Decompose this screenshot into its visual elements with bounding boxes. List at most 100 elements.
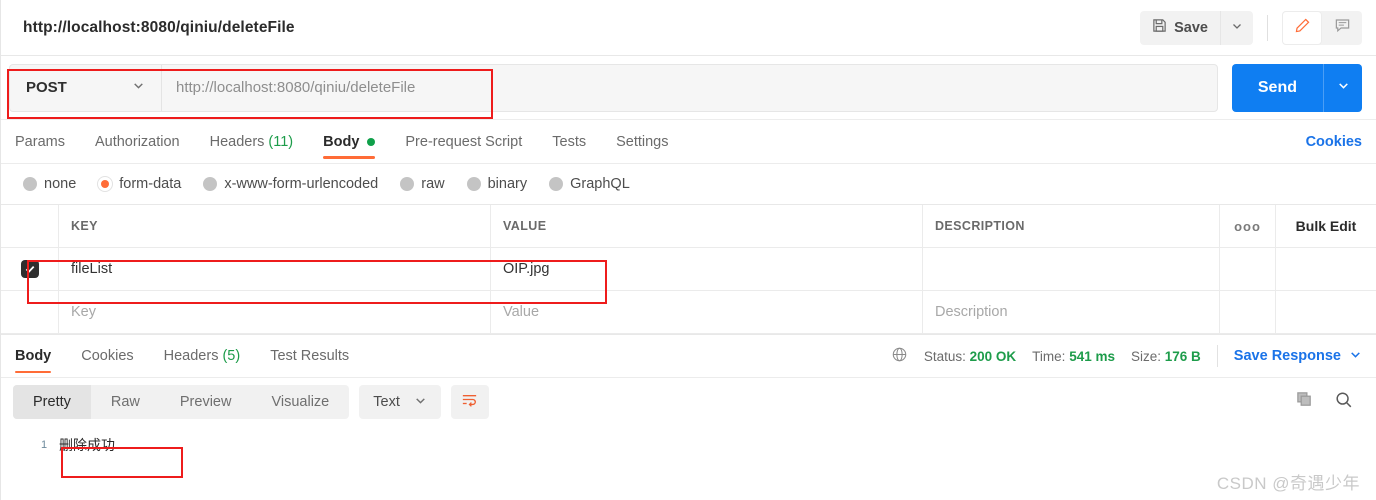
tab-body-label: Body <box>323 133 360 150</box>
cookies-link[interactable]: Cookies <box>1306 134 1362 150</box>
column-header-value: VALUE <box>491 205 923 247</box>
response-body-text: 删除成功 <box>59 437 115 453</box>
send-dropdown-button[interactable] <box>1323 63 1362 112</box>
chevron-down-icon <box>1349 348 1362 365</box>
body-type-none[interactable]: none <box>23 176 76 192</box>
status-label: Status: <box>923 348 966 364</box>
globe-icon <box>891 346 908 366</box>
response-format-label: Text <box>373 394 400 410</box>
row-spacer <box>1276 248 1376 290</box>
top-bar-actions: Save <box>1140 10 1362 45</box>
response-status-bar: Status: 200 OK Time: 541 ms Size: 176 B … <box>891 345 1362 367</box>
empty-row-description-input[interactable]: Description <box>923 291 1220 333</box>
form-data-table: KEY VALUE DESCRIPTION ooo Bulk Edit file… <box>1 204 1376 334</box>
radio-icon <box>23 177 37 191</box>
row-description-input[interactable] <box>923 248 1220 290</box>
floppy-disk-icon <box>1152 18 1167 37</box>
bulk-edit-button[interactable]: Bulk Edit <box>1276 205 1376 247</box>
body-type-urlencoded-label: x-www-form-urlencoded <box>224 176 379 192</box>
tab-params[interactable]: Params <box>15 120 65 164</box>
response-tab-body[interactable]: Body <box>15 334 52 378</box>
empty-row-value-input[interactable]: Value <box>491 291 923 333</box>
table-row: fileList OIP.jpg <box>1 248 1376 291</box>
view-mode-raw[interactable]: Raw <box>91 385 160 419</box>
chevron-down-icon <box>132 79 145 96</box>
empty-row-key-input[interactable]: Key <box>59 291 491 333</box>
empty-row-checkbox-cell <box>1 291 59 333</box>
url-input[interactable]: http://localhost:8080/qiniu/deleteFile <box>162 65 1217 111</box>
empty-row-options[interactable] <box>1220 291 1276 333</box>
word-wrap-icon <box>460 390 479 414</box>
row-value-input[interactable]: OIP.jpg <box>491 248 923 290</box>
response-tab-test-results-label: Test Results <box>270 348 350 364</box>
tab-authorization-label: Authorization <box>94 133 180 150</box>
time-label: Time: <box>1032 348 1066 364</box>
response-format-select[interactable]: Text <box>359 385 441 419</box>
status-divider <box>1216 345 1218 367</box>
time-group: Time: 541 ms <box>1032 349 1115 364</box>
body-has-content-dot <box>367 137 376 146</box>
body-type-form-data-label: form-data <box>119 176 182 192</box>
body-type-raw[interactable]: raw <box>400 176 445 192</box>
tab-settings[interactable]: Settings <box>616 120 668 164</box>
save-button-group: Save <box>1140 10 1253 45</box>
save-button-label: Save <box>1174 19 1208 36</box>
http-method-select[interactable]: POST <box>10 64 162 111</box>
save-response-button[interactable]: Save Response <box>1234 348 1362 365</box>
body-type-graphql-label: GraphQL <box>570 176 630 192</box>
word-wrap-button[interactable] <box>450 385 489 419</box>
body-type-graphql[interactable]: GraphQL <box>549 176 630 192</box>
response-tab-cookies-label: Cookies <box>81 348 134 364</box>
tab-authorization[interactable]: Authorization <box>95 120 180 164</box>
view-mode-pretty[interactable]: Pretty <box>13 385 91 419</box>
radio-icon <box>400 177 415 191</box>
response-view-bar: Pretty Raw Preview Visualize Text <box>1 378 1376 426</box>
table-options-button[interactable]: ooo <box>1220 205 1276 247</box>
tab-pre-request-script-label: Pre-request Script <box>405 133 523 150</box>
code-line: 1 删除成功 <box>41 434 1376 456</box>
comment-icon <box>1334 17 1351 39</box>
edit-request-button[interactable] <box>1282 10 1322 45</box>
response-view-actions <box>1295 390 1362 415</box>
body-type-form-data[interactable]: form-data <box>98 176 181 192</box>
tab-headers[interactable]: Headers (11) <box>210 120 294 164</box>
response-tab-headers[interactable]: Headers (5) <box>164 334 241 378</box>
response-body-viewer[interactable]: 1 删除成功 <box>1 426 1376 456</box>
search-icon[interactable] <box>1334 390 1354 415</box>
tab-headers-label: Headers <box>209 133 265 150</box>
line-number: 1 <box>41 439 48 451</box>
comments-button[interactable] <box>1322 11 1362 45</box>
response-tab-cookies[interactable]: Cookies <box>81 334 133 378</box>
tab-tests[interactable]: Tests <box>552 120 586 164</box>
pencil-icon <box>1294 17 1311 39</box>
watermark: CSDN @奇遇少年 <box>1216 474 1360 493</box>
response-tab-test-results[interactable]: Test Results <box>270 334 349 378</box>
body-type-none-label: none <box>44 176 77 192</box>
tab-pre-request-script[interactable]: Pre-request Script <box>405 120 522 164</box>
size-value: 176 B <box>1164 348 1201 364</box>
copy-icon[interactable] <box>1295 390 1314 414</box>
body-type-urlencoded[interactable]: x-www-form-urlencoded <box>203 176 378 192</box>
status-value: 200 OK <box>969 348 1017 364</box>
body-type-raw-label: raw <box>421 176 445 192</box>
row-key-input[interactable]: fileList <box>59 248 491 290</box>
header-checkbox-cell <box>1 205 59 247</box>
row-checkbox-checked[interactable] <box>20 260 39 278</box>
body-type-binary[interactable]: binary <box>466 176 527 192</box>
size-label: Size: <box>1130 348 1161 364</box>
response-tab-headers-label: Headers <box>163 348 219 364</box>
view-mode-visualize[interactable]: Visualize <box>251 385 349 419</box>
request-tabs: Params Authorization Headers (11) Body P… <box>1 120 1376 164</box>
top-bar: http://localhost:8080/qiniu/deleteFile S… <box>1 0 1376 56</box>
send-button[interactable]: Send <box>1232 64 1323 112</box>
row-options[interactable] <box>1220 248 1276 290</box>
chevron-down-icon <box>1337 79 1350 97</box>
chevron-down-icon <box>414 394 427 411</box>
radio-icon <box>549 177 564 191</box>
save-dropdown-button[interactable] <box>1220 10 1253 45</box>
table-row-empty: Key Value Description <box>1 291 1376 334</box>
save-button[interactable]: Save <box>1140 11 1220 45</box>
method-url-group: POST http://localhost:8080/qiniu/deleteF… <box>9 63 1218 112</box>
view-mode-preview[interactable]: Preview <box>160 385 252 419</box>
tab-body[interactable]: Body <box>323 120 376 164</box>
